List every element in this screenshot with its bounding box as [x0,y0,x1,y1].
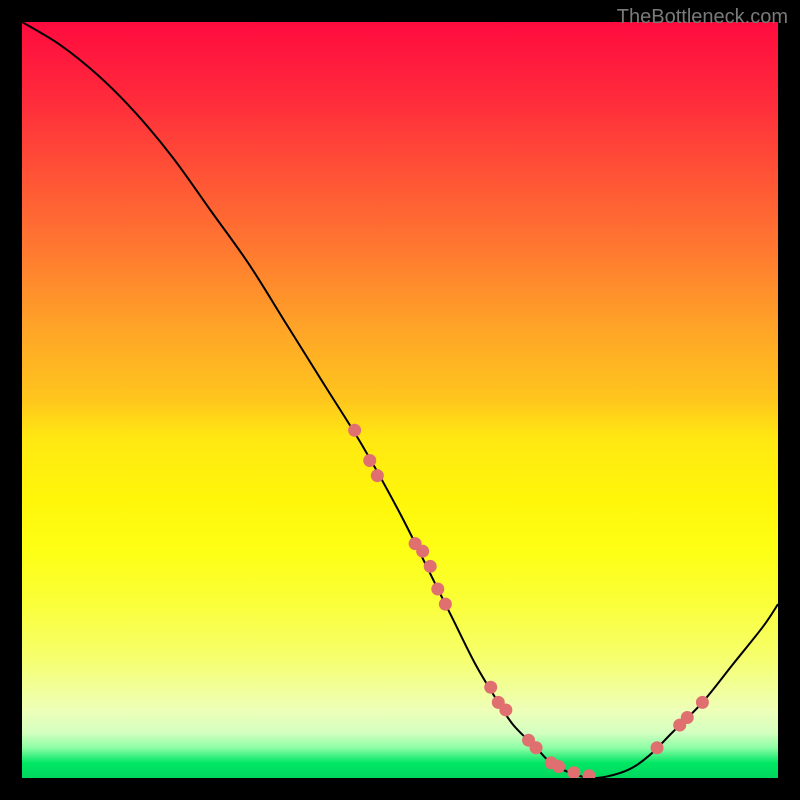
curve-marker [348,424,361,437]
curve-marker [530,741,543,754]
curve-marker [424,560,437,573]
bottleneck-curve [22,22,778,778]
chart-svg [22,22,778,778]
curve-marker [484,681,497,694]
curve-marker [439,598,452,611]
curve-marker [583,769,596,778]
curve-marker [371,469,384,482]
curve-marker [681,711,694,724]
curve-marker [696,696,709,709]
watermark-text: TheBottleneck.com [617,6,788,29]
curve-marker [431,583,444,596]
curve-marker [552,760,565,773]
curve-marker [363,454,376,467]
curve-marker [567,766,580,778]
curve-marker [651,741,664,754]
chart-plot-area [22,22,778,778]
curve-marker [499,703,512,716]
curve-markers [348,424,709,778]
curve-marker [416,545,429,558]
